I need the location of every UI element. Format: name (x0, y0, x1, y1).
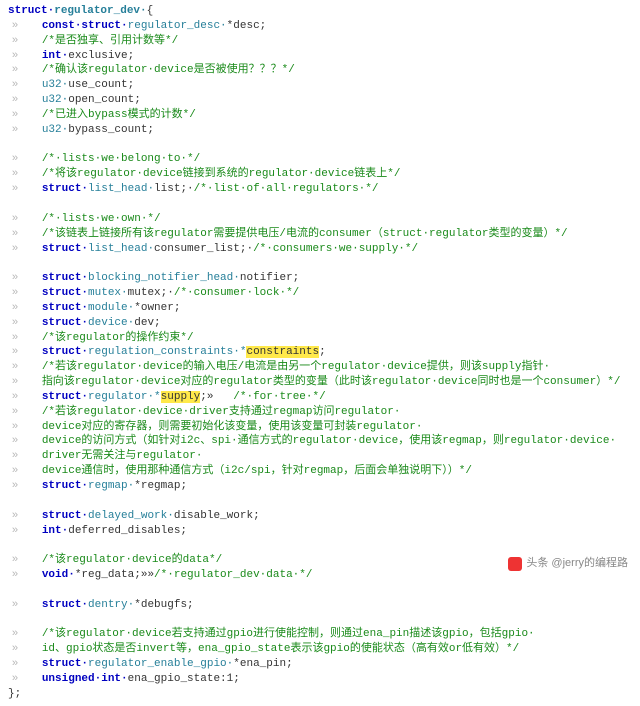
code-line: » /*·lists·we·belong·to·*/ (8, 152, 632, 167)
code-line: » struct·delayed_work·disable_work; (8, 509, 632, 524)
code-line: » /*若该regulator·device·driver支持通过regmap访… (8, 405, 632, 420)
code-line: » struct·module·*owner; (8, 301, 632, 316)
code-line: struct·regulator_dev·{ (8, 4, 632, 19)
code-line: » struct·list_head·list;·/*·list·of·all·… (8, 182, 632, 197)
code-line: » /*已进入bypass模式的计数*/ (8, 108, 632, 123)
code-line: » struct·mutex·mutex;·/*·consumer·lock·*… (8, 286, 632, 301)
code-line: » /*若该regulator·device的输入电压/电流是由另一个regul… (8, 360, 632, 375)
code-line: » struct·regulator·*supply;» /*·for·tree… (8, 390, 632, 405)
code-line: » struct·device·dev; (8, 316, 632, 331)
code-block: struct·regulator_dev·{ » const·struct·re… (8, 4, 632, 702)
code-line: » /*确认该regulator·device是否被使用？？？*/ (8, 63, 632, 78)
code-line (8, 538, 632, 553)
code-line: » int·exclusive; (8, 49, 632, 64)
code-line: » /*是否独享、引用计数等*/ (8, 34, 632, 49)
code-line: » /*该regulator·device若支持通过gpio进行使能控制，则通过… (8, 627, 632, 642)
code-line: » unsigned·int·ena_gpio_state:1; (8, 672, 632, 687)
code-line (8, 494, 632, 509)
code-line (8, 583, 632, 598)
code-line: » struct·regmap·*regmap; (8, 479, 632, 494)
code-line (8, 197, 632, 212)
code-line: » struct·list_head·consumer_list;·/*·con… (8, 242, 632, 257)
code-line: » 指向该regulator·device对应的regulator类型的变量（此… (8, 375, 632, 390)
code-line: » device的访问方式（如针对i2c、spi·通信方式的regulator·… (8, 434, 632, 449)
code-line (8, 138, 632, 153)
code-line: » u32·open_count; (8, 93, 632, 108)
code-line: » u32·bypass_count; (8, 123, 632, 138)
code-line: » id、gpio状态是否invert等，ena_gpio_state表示该gp… (8, 642, 632, 657)
code-line (8, 256, 632, 271)
watermark: 头条 @jerry的编程路 (508, 556, 628, 571)
code-line: » /*该链表上链接所有该regulator需要提供电压/电流的consumer… (8, 227, 632, 242)
code-line: » /*该regulator的操作约束*/ (8, 331, 632, 346)
code-line: » int·deferred_disables; (8, 524, 632, 539)
code-line: » device对应的寄存器，则需要初始化该变量，使用该变量可封装regulat… (8, 420, 632, 435)
code-line: » const·struct·regulator_desc·*desc; (8, 19, 632, 34)
toutiao-icon (508, 557, 522, 571)
code-line: » struct·regulation_constraints·*constra… (8, 345, 632, 360)
code-line: » device通信时，使用那种通信方式（i2c/spi，针对regmap，后面… (8, 464, 632, 479)
code-line: » u32·use_count; (8, 78, 632, 93)
watermark-text: 头条 @jerry的编程路 (526, 556, 628, 571)
code-line: » struct·regulator_enable_gpio·*ena_pin; (8, 657, 632, 672)
code-line: » driver无需关注与regulator· (8, 449, 632, 464)
highlight-supply: supply (161, 391, 201, 403)
code-line (8, 613, 632, 628)
code-line: }; (8, 687, 632, 702)
code-line: » /*将该regulator·device链接到系统的regulator·de… (8, 167, 632, 182)
code-line: » struct·blocking_notifier_head·notifier… (8, 271, 632, 286)
highlight-constraints: constraints (246, 346, 319, 358)
code-line: » /*·lists·we·own·*/ (8, 212, 632, 227)
code-line: » struct·dentry·*debugfs; (8, 598, 632, 613)
